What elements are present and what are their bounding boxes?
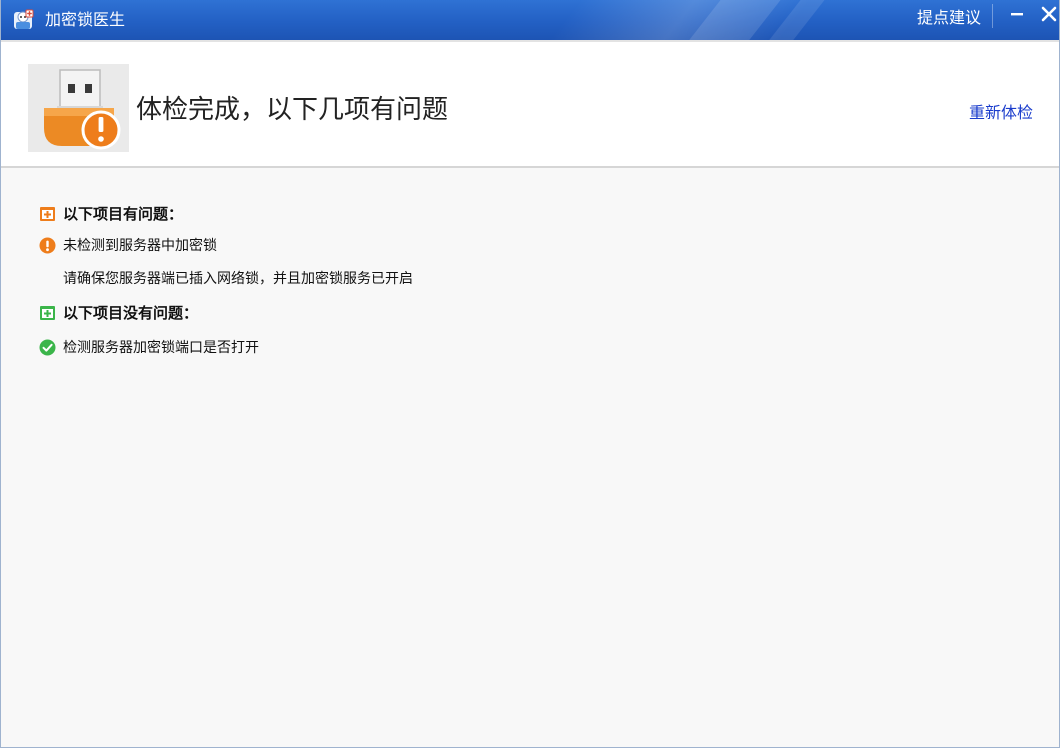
problem-section-heading: 以下项目有问题：: [39, 202, 183, 224]
medical-kit-green-icon: [40, 305, 55, 320]
app-window: 加密锁医生 提点建议 体检完成，以下几项有问题 重新体检 以下项目有问题： 未检…: [0, 0, 1060, 748]
list-item: 检测服务器加密锁端口是否打开: [39, 336, 259, 358]
close-icon[interactable]: [1037, 2, 1060, 26]
problem-item-detail: 请确保您服务器端已插入网络锁，并且加密锁服务已开启: [63, 267, 413, 289]
warning-icon: [39, 237, 56, 253]
ok-item-label: 检测服务器加密锁端口是否打开: [63, 340, 259, 356]
medical-kit-orange-icon: [40, 206, 55, 221]
problem-section-label: 以下项目有问题：: [63, 204, 184, 223]
problem-item-label: 未检测到服务器中加密锁: [63, 238, 217, 254]
feedback-link[interactable]: 提点建议: [917, 7, 981, 29]
recheck-link[interactable]: 重新体检: [969, 102, 1033, 124]
title-bar[interactable]: 加密锁医生 提点建议: [1, 0, 1060, 40]
list-item: 未检测到服务器中加密锁: [39, 234, 217, 256]
title-bar-divider: [992, 4, 993, 28]
window-title: 加密锁医生: [45, 10, 126, 29]
usb-dongle-warning-icon: [28, 64, 129, 152]
check-circle-icon: [39, 339, 56, 355]
problem-item-detail-text: 请确保您服务器端已插入网络锁，并且加密锁服务已开启: [63, 271, 413, 287]
minimize-icon[interactable]: [1005, 2, 1029, 26]
ok-section-heading: 以下项目没有问题：: [39, 301, 198, 323]
doctor-icon: [14, 9, 34, 29]
ok-section-label: 以下项目没有问题：: [63, 303, 199, 322]
result-header: 体检完成，以下几项有问题 重新体检: [1, 40, 1059, 168]
status-headline: 体检完成，以下几项有问题: [136, 95, 449, 125]
